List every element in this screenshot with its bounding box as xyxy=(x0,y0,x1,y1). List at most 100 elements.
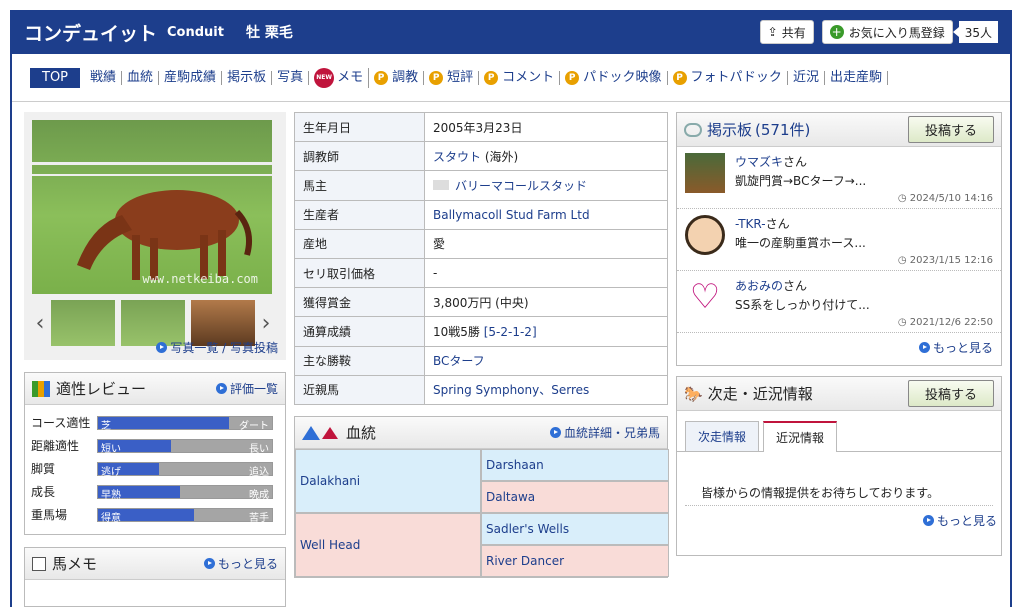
nav-photo-paddock[interactable]: P フォトパドック xyxy=(668,70,788,85)
review-panel: 適性レビュー 評価一覧 コース適性芝ダート 距離適性 短い 長い 脚質 逃げ 追込 成長 早熟晩… xyxy=(24,372,286,535)
next-race-panel: 🐎 次走・近況情報 投稿する 次走情報 近況情報 皆様からの情報提供をお待ちして… xyxy=(676,376,1002,556)
nav-pedigree[interactable]: 血統 xyxy=(122,70,160,85)
profile-value: 3,800万円 (中央) xyxy=(424,287,668,318)
review-label: 脚質 xyxy=(31,462,56,476)
main-nav: TOP 戦績 血統 産駒成績 掲示板 写真 NEW メモ P 調教 P 短評 P コメン… xyxy=(12,54,1010,102)
review-list-link[interactable]: 評価一覧 xyxy=(215,380,278,397)
memo-more-label: もっと見る xyxy=(217,557,278,571)
dam-sire-cell[interactable]: Sadler's Wells xyxy=(481,513,669,545)
profile-key: 生年月日 xyxy=(294,111,425,143)
sire-sire-cell[interactable]: Darshaan xyxy=(481,449,669,481)
nav-offspring[interactable]: 産駒成績 xyxy=(159,70,223,85)
tab-next-race[interactable]: 次走情報 xyxy=(685,421,760,451)
share-label: 共有 xyxy=(781,25,806,40)
list-item[interactable]: -TKR-さん 唯一の産駒重賞ホース... ◷ 2023/1/15 12:16 xyxy=(677,209,1001,271)
breeder-link[interactable]: Ballymacoll Stud Farm Ltd xyxy=(424,199,668,230)
sire-dam-cell[interactable]: Daltawa xyxy=(481,481,669,513)
arrow-circle-icon xyxy=(918,342,930,353)
review-row: 重馬場 得意 苦手 xyxy=(25,503,285,526)
pedigree-more-label: 血統詳細・兄弟馬 xyxy=(563,426,660,440)
board-text: 唯一の産駒重賞ホース... xyxy=(735,236,866,250)
next-post-button[interactable]: 投稿する xyxy=(907,380,994,407)
clock-icon: ◷ xyxy=(897,193,910,204)
board-user[interactable]: ウマズキ xyxy=(735,155,783,169)
bar-chart-icon xyxy=(32,380,50,397)
share-icon: ⇪ xyxy=(767,25,778,39)
relatives-link[interactable]: Spring Symphony、Serres xyxy=(424,374,668,405)
profile-key: 馬主 xyxy=(294,170,425,201)
horse-name: コンデュイット xyxy=(24,22,158,45)
chevron-right-icon[interactable]: › xyxy=(258,311,274,336)
board-post-button[interactable]: 投稿する xyxy=(907,116,994,143)
nav-training[interactable]: P 調教 xyxy=(369,70,425,85)
nav-paddock-video[interactable]: P パドック映像 xyxy=(560,70,668,85)
board-more-label: もっと見る xyxy=(932,341,993,355)
next-more-link[interactable]: もっと見る xyxy=(922,514,997,528)
favorite-button[interactable]: + お気に入り馬登録 xyxy=(821,20,953,44)
nav-board[interactable]: 掲示板 xyxy=(222,70,273,85)
nav-results[interactable]: 戦績 xyxy=(85,70,123,85)
board-time: ◷ 2021/12/6 22:50 xyxy=(898,317,993,328)
list-item[interactable]: ウマズキさん 凱旋門賞→BCターフ→... ◷ 2024/5/10 14:16 xyxy=(677,147,1001,209)
premium-icon: P xyxy=(672,70,687,85)
review-row: 距離適性 短い 長い xyxy=(25,434,285,457)
board-user-suffix: さん xyxy=(783,155,808,169)
main-win-link[interactable]: BCターフ xyxy=(424,345,668,376)
memo-title: 馬メモ xyxy=(52,555,98,573)
review-bar-left: 短い xyxy=(98,439,172,455)
table-row: 生年月日 2005年3月23日 xyxy=(294,111,668,143)
review-row: 成長 早熟 晩成 xyxy=(25,480,285,503)
profile-value: バリーマコールスタッド xyxy=(424,170,668,201)
sire-cell[interactable]: Dalakhani xyxy=(295,449,481,513)
board-time: ◷ 2023/1/15 12:16 xyxy=(898,255,993,266)
review-bar: 逃げ 追込 xyxy=(97,461,273,478)
board-user[interactable]: あおみの xyxy=(735,279,783,293)
record-link[interactable]: [5-2-1-2] xyxy=(484,325,537,339)
nav-runners[interactable]: 出走産駒 xyxy=(825,70,888,85)
chevron-left-icon[interactable]: ‹ xyxy=(32,311,48,336)
profile-value: スタウト (海外) xyxy=(424,141,668,172)
profile-key: セリ取引価格 xyxy=(294,257,425,289)
nav-short-review[interactable]: P 短評 xyxy=(424,70,480,85)
profile-key: 通算成績 xyxy=(294,316,425,347)
profile-value: - xyxy=(424,257,668,289)
nav-top[interactable]: TOP xyxy=(30,67,81,88)
trainer-region: (海外) xyxy=(484,149,519,164)
nav-recent[interactable]: 近況 xyxy=(788,70,825,85)
board-user-suffix: さん xyxy=(783,279,808,293)
board-user[interactable]: -TKR- xyxy=(735,217,766,231)
board-more-link[interactable]: もっと見る xyxy=(918,341,993,355)
nav-memo-label: メモ xyxy=(337,69,364,85)
owner-silks-icon xyxy=(433,179,449,190)
next-more-label: もっと見る xyxy=(936,514,997,528)
pedigree-icon xyxy=(302,425,320,440)
nav-photo[interactable]: 写真 xyxy=(272,70,310,85)
premium-icon: P xyxy=(565,70,580,85)
profile-key: 生産者 xyxy=(294,199,425,230)
nav-comment-label: コメント xyxy=(502,69,555,85)
photo-list-link[interactable]: 写真一覧 / 写真投稿 xyxy=(156,339,278,356)
page: コンデュイット Conduit 牡 栗毛 ⇪ 共有 + お気に入り馬登録 35人… xyxy=(10,10,1012,607)
favorite-label: お気に入り馬登録 xyxy=(848,25,945,40)
main-horse-photo[interactable]: www.netkeiba.com xyxy=(32,120,272,294)
pedigree-panel: 血統 血統詳細・兄弟馬 Dalakhani Darshaan Daltawa W… xyxy=(294,416,669,578)
dam-dam-cell[interactable]: River Dancer xyxy=(481,545,669,577)
nav-comment[interactable]: P コメント xyxy=(479,69,561,85)
profile-table: 生年月日 2005年3月23日 調教師 スタウト (海外) 馬主 バリーマコールスタッ… xyxy=(294,111,668,405)
list-item[interactable]: ♡ あおみのさん SS系をしっかり付けて... ◷ 2021/12/6 22:5… xyxy=(677,271,1001,333)
share-button[interactable]: ⇪ 共有 xyxy=(759,20,814,44)
review-bar-left: 早熟 xyxy=(98,485,180,501)
trainer-link[interactable]: スタウト xyxy=(433,150,481,164)
review-bar: 短い 長い xyxy=(97,438,273,455)
dam-cell[interactable]: Well Head xyxy=(295,513,481,577)
tab-recent-info[interactable]: 近況情報 xyxy=(763,421,838,452)
thumbnail[interactable] xyxy=(51,300,115,346)
owner-link[interactable]: バリーマコールスタッド xyxy=(455,179,587,193)
review-row: 脚質 逃げ 追込 xyxy=(25,457,285,480)
pedigree-detail-link[interactable]: 血統詳細・兄弟馬 xyxy=(549,424,660,441)
right-column: 掲示板 (571件) 投稿する ウマズキさん 凱旋門賞→BCターフ→... ◷ … xyxy=(676,112,1002,556)
favorite-count: 35人 xyxy=(952,21,998,43)
memo-more-link[interactable]: もっと見る xyxy=(203,555,278,572)
next-tabs: 次走情報 近況情報 xyxy=(677,411,1001,452)
nav-memo[interactable]: NEW メモ xyxy=(309,67,370,88)
